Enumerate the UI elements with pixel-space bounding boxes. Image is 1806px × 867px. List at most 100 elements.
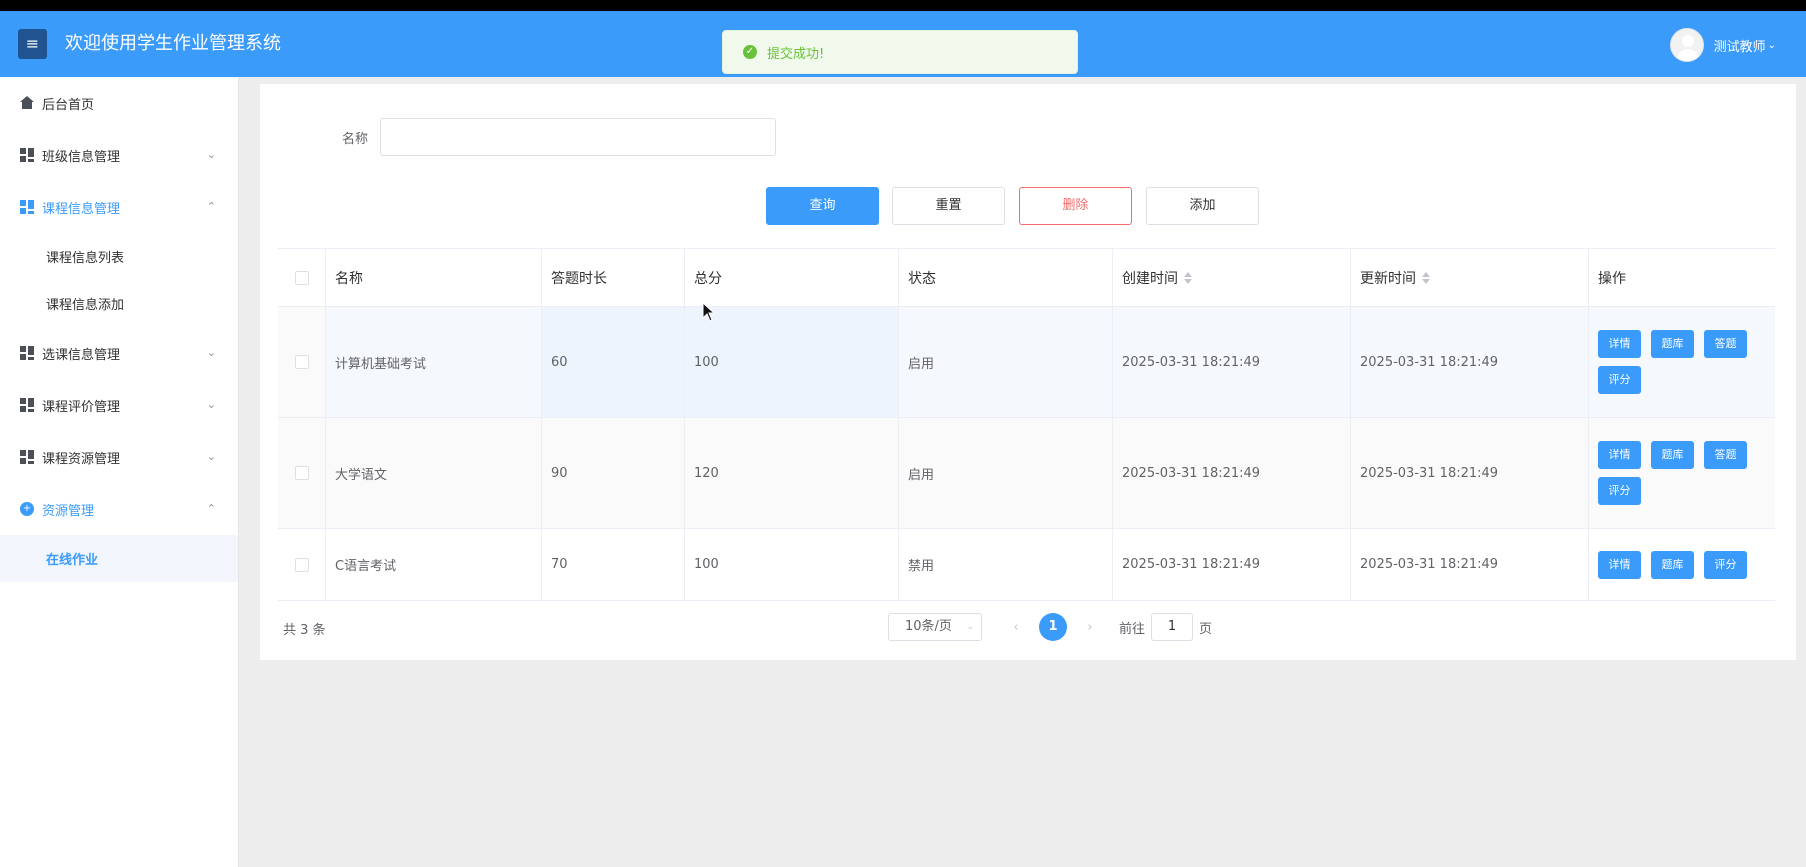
grid-icon — [20, 450, 34, 464]
cell-actions: 详情 题库 答题 评分 — [1589, 307, 1775, 417]
reset-button[interactable]: 重置 — [892, 187, 1005, 225]
question-bank-button[interactable]: 题库 — [1651, 330, 1694, 358]
grade-button[interactable]: 评分 — [1598, 366, 1641, 394]
grid-icon — [20, 398, 34, 412]
sidebar-item-course-resources[interactable]: 课程资源管理 ⌄ — [0, 431, 238, 483]
sidebar-item-label: 选课信息管理 — [42, 347, 121, 363]
chevron-up-icon: ⌃ — [206, 502, 216, 515]
cell-updated: 2025-03-31 18:21:49 — [1351, 418, 1589, 528]
sidebar-item-home[interactable]: 后台首页 — [0, 77, 238, 129]
cell-actions: 详情 题库 答题 评分 — [1589, 418, 1775, 528]
search-name-label: 名称 — [342, 132, 369, 147]
sidebar-item-label: 资源管理 — [42, 503, 95, 519]
chevron-down-icon: ⌄ — [206, 148, 216, 161]
page-number-current[interactable]: 1 — [1039, 613, 1067, 641]
plus-circle-icon: + — [20, 502, 34, 516]
menu-toggle-button[interactable]: ≡ — [18, 29, 47, 59]
select-all-checkbox[interactable] — [294, 270, 309, 285]
user-menu[interactable]: 测试教师 ⌄ — [1669, 28, 1776, 62]
grade-button[interactable]: 评分 — [1598, 477, 1641, 505]
pagination: 10条/页 ⌄ ‹ 1 › 前往 1 页 — [888, 613, 1212, 641]
cell-duration: 90 — [542, 418, 685, 528]
answer-button[interactable]: 答题 — [1704, 330, 1747, 358]
sidebar-item-label: 课程信息管理 — [42, 201, 121, 217]
cell-status: 启用 — [899, 418, 1113, 528]
sidebar-subitem-course-list[interactable]: 课程信息列表 — [0, 233, 238, 280]
add-button[interactable]: 添加 — [1146, 187, 1259, 225]
toast-message: 提交成功! — [767, 46, 825, 62]
chevron-down-icon: ⌄ — [206, 450, 216, 463]
main-panel: 名称 查询 重置 删除 添加 名称 答题时长 总分 状态 创建时间 更新时间 操… — [260, 84, 1796, 660]
next-page-button[interactable]: › — [1075, 620, 1105, 635]
question-bank-button[interactable]: 题库 — [1651, 550, 1694, 579]
table-row: 大学语文 90 120 启用 2025-03-31 18:21:49 2025-… — [278, 418, 1775, 529]
sidebar-item-label: 班级信息管理 — [42, 149, 121, 165]
sidebar-item-course-management[interactable]: 课程信息管理 ⌃ — [0, 181, 238, 233]
row-checkbox[interactable] — [294, 355, 309, 369]
cell-duration: 60 — [542, 307, 685, 417]
cell-score: 100 — [685, 307, 899, 417]
table-row: 计算机基础考试 60 100 启用 2025-03-31 18:21:49 20… — [278, 307, 1775, 418]
column-header-name: 名称 — [326, 249, 542, 306]
sidebar: 后台首页 班级信息管理 ⌄ 课程信息管理 ⌃ 课程信息列表 课程信息添加 选课信… — [0, 77, 239, 867]
app-title: 欢迎使用学生作业管理系统 — [65, 33, 281, 54]
homework-table: 名称 答题时长 总分 状态 创建时间 更新时间 操作 计算机基础考试 60 10… — [278, 248, 1775, 601]
row-checkbox[interactable] — [294, 466, 309, 480]
sidebar-item-course-evaluation[interactable]: 课程评价管理 ⌄ — [0, 379, 238, 431]
cell-name: C语言考试 — [326, 529, 542, 600]
grid-icon — [20, 200, 34, 214]
search-name-input[interactable] — [380, 118, 776, 156]
goto-page: 前往 1 页 — [1119, 613, 1212, 641]
cell-name: 大学语文 — [326, 418, 542, 528]
sidebar-subitem-online-homework[interactable]: 在线作业 — [0, 535, 238, 582]
sidebar-subitem-course-add[interactable]: 课程信息添加 — [0, 280, 238, 327]
home-icon — [20, 96, 34, 110]
chevron-down-icon: ⌄ — [1767, 39, 1776, 51]
cell-actions: 详情 题库 评分 — [1589, 529, 1775, 600]
chevron-down-icon: ⌄ — [206, 346, 216, 359]
goto-page-input[interactable]: 1 — [1151, 613, 1194, 641]
sidebar-item-label: 后台首页 — [42, 97, 95, 113]
detail-button[interactable]: 详情 — [1598, 330, 1641, 358]
cell-created: 2025-03-31 18:21:49 — [1113, 418, 1351, 528]
sidebar-item-resource-management[interactable]: + 资源管理 ⌃ — [0, 483, 238, 535]
query-button[interactable]: 查询 — [766, 187, 879, 225]
sidebar-item-class-management[interactable]: 班级信息管理 ⌄ — [0, 129, 238, 181]
mouse-cursor-icon — [702, 302, 714, 322]
cell-score: 100 — [685, 529, 899, 600]
table-row: C语言考试 70 100 禁用 2025-03-31 18:21:49 2025… — [278, 529, 1775, 601]
grade-button[interactable]: 评分 — [1704, 550, 1747, 579]
cell-name: 计算机基础考试 — [326, 307, 542, 417]
answer-button[interactable]: 答题 — [1704, 441, 1747, 469]
cell-updated: 2025-03-31 18:21:49 — [1351, 307, 1589, 417]
select-all-cell — [278, 249, 326, 306]
row-select-cell — [278, 529, 326, 600]
detail-button[interactable]: 详情 — [1598, 550, 1641, 579]
sort-icon[interactable] — [1184, 271, 1192, 284]
sort-icon[interactable] — [1422, 271, 1430, 284]
column-header-created[interactable]: 创建时间 — [1113, 249, 1351, 306]
sidebar-item-label: 课程资源管理 — [42, 451, 121, 467]
window-top-strip — [0, 0, 1806, 11]
detail-button[interactable]: 详情 — [1598, 441, 1641, 469]
row-checkbox[interactable] — [294, 557, 309, 572]
cell-created: 2025-03-31 18:21:49 — [1113, 307, 1351, 417]
grid-icon — [20, 346, 34, 360]
goto-suffix: 页 — [1199, 621, 1213, 637]
hamburger-icon: ≡ — [25, 34, 40, 53]
cell-updated: 2025-03-31 18:21:49 — [1351, 529, 1589, 600]
page-size-select[interactable]: 10条/页 ⌄ — [888, 613, 982, 641]
cell-status: 启用 — [899, 307, 1113, 417]
delete-button[interactable]: 删除 — [1019, 187, 1132, 225]
column-header-updated[interactable]: 更新时间 — [1351, 249, 1589, 306]
chevron-down-icon: ⌄ — [966, 622, 974, 632]
check-circle-icon: ✓ — [743, 45, 757, 59]
prev-page-button[interactable]: ‹ — [1001, 620, 1031, 635]
pagination-total: 共 3 条 — [283, 623, 326, 638]
goto-prefix: 前往 — [1119, 621, 1146, 637]
column-header-label: 创建时间 — [1122, 270, 1178, 287]
sidebar-item-enrollment-management[interactable]: 选课信息管理 ⌄ — [0, 327, 238, 379]
question-bank-button[interactable]: 题库 — [1651, 441, 1694, 469]
page-size-value: 10条/页 — [905, 619, 952, 634]
table-header-row: 名称 答题时长 总分 状态 创建时间 更新时间 操作 — [278, 249, 1775, 307]
